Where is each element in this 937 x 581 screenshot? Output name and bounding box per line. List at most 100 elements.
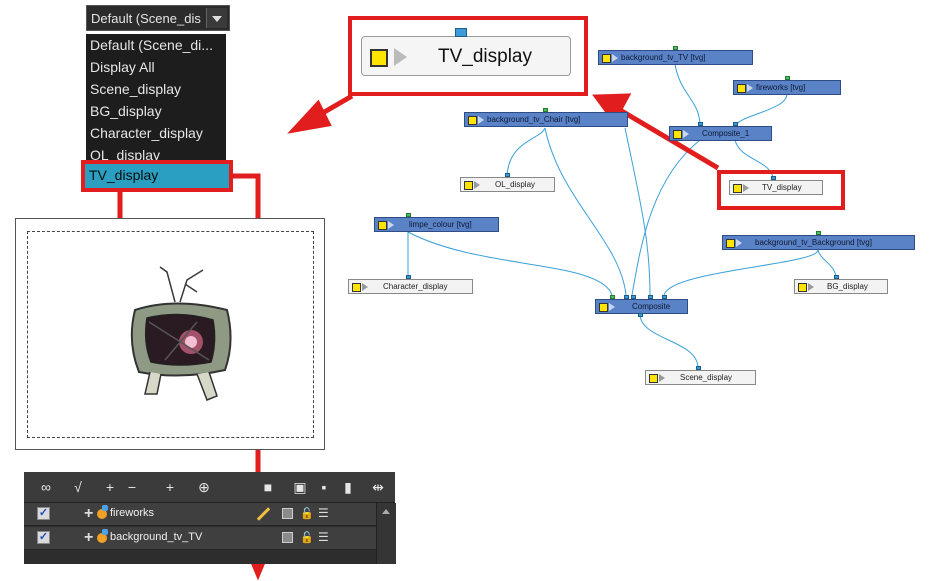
node-fireworks[interactable]: fireworks [tvg] bbox=[733, 80, 841, 95]
remove-layer-icon[interactable]: − bbox=[122, 477, 142, 497]
layer-stack-icon[interactable]: ☰ bbox=[318, 506, 329, 520]
port[interactable] bbox=[610, 295, 615, 299]
timeline-panel: ∞ √ + − + ⊕ ■ ▣ ▪ ▮ ⇹ ✓ + fireworks 🔓 ☰ … bbox=[24, 472, 396, 564]
enable-toggle-icon[interactable] bbox=[464, 181, 473, 190]
port[interactable] bbox=[406, 213, 411, 217]
port[interactable] bbox=[543, 108, 548, 112]
port[interactable] bbox=[733, 122, 738, 126]
layer-name[interactable]: fireworks bbox=[110, 507, 154, 519]
node-ol-display[interactable]: OL_display bbox=[460, 177, 555, 192]
enable-toggle-icon[interactable] bbox=[599, 303, 608, 312]
node-character-display[interactable]: Character_display bbox=[348, 279, 473, 294]
wire bbox=[639, 313, 699, 369]
layer-enable-checkbox[interactable]: ✓ bbox=[37, 531, 50, 544]
layer-enable-checkbox[interactable]: ✓ bbox=[37, 507, 50, 520]
port[interactable] bbox=[698, 122, 703, 126]
play-icon bbox=[736, 239, 742, 247]
enable-toggle-icon[interactable] bbox=[733, 184, 742, 193]
add-layer-icon[interactable]: + bbox=[100, 477, 120, 497]
show-thumbnails-icon[interactable]: ▣ bbox=[290, 477, 310, 497]
node-label: Composite bbox=[632, 302, 671, 311]
node-background-tv-chair[interactable]: background_tv_Chair [tvg] bbox=[464, 112, 628, 127]
play-icon bbox=[808, 283, 814, 291]
input-port[interactable] bbox=[455, 28, 467, 37]
enable-toggle-icon[interactable] bbox=[370, 49, 388, 67]
layer-stack-icon[interactable]: ☰ bbox=[318, 530, 329, 544]
enable-toggle-icon[interactable] bbox=[649, 374, 658, 383]
layer-color-swatch[interactable] bbox=[282, 508, 293, 519]
lock-icon[interactable]: 🔓 bbox=[300, 531, 314, 544]
node-tv-display[interactable]: TV_display bbox=[729, 180, 823, 195]
tv-character-drawing bbox=[130, 266, 232, 401]
node-label: Composite_1 bbox=[702, 129, 750, 138]
add-effect-icon[interactable]: ⊕ bbox=[194, 477, 214, 497]
port[interactable] bbox=[624, 295, 629, 299]
enable-toggle-icon[interactable] bbox=[378, 221, 387, 230]
expand-icon[interactable]: + bbox=[84, 529, 93, 547]
wire bbox=[817, 249, 837, 279]
node-label: OL_display bbox=[495, 180, 536, 189]
port[interactable] bbox=[816, 231, 821, 235]
expand-icon[interactable]: + bbox=[84, 505, 93, 523]
play-icon bbox=[683, 130, 689, 138]
wire bbox=[506, 127, 546, 176]
enable-toggle-icon[interactable] bbox=[798, 283, 807, 292]
node-label: limpe_colour [tvg] bbox=[409, 220, 472, 229]
node-label: background_tv_Background [tvg] bbox=[755, 238, 872, 247]
play-icon bbox=[394, 48, 407, 66]
node-label: background_tv_TV [tvg] bbox=[621, 53, 706, 62]
port[interactable] bbox=[648, 295, 653, 299]
node-label: fireworks [tvg] bbox=[756, 83, 806, 92]
port[interactable] bbox=[673, 46, 678, 50]
antenna bbox=[184, 283, 198, 293]
port[interactable] bbox=[662, 295, 667, 299]
port[interactable] bbox=[638, 313, 643, 317]
wire bbox=[734, 93, 788, 127]
tv-leg bbox=[196, 371, 218, 401]
layer-name[interactable]: background_tv_TV bbox=[110, 531, 202, 543]
visibility-toggle-icon[interactable]: √ bbox=[68, 477, 88, 497]
enable-toggle-icon[interactable] bbox=[673, 130, 682, 139]
enable-toggle-icon[interactable] bbox=[737, 84, 746, 93]
port[interactable] bbox=[406, 275, 411, 279]
node-bg-display[interactable]: BG_display bbox=[794, 279, 888, 294]
timeline-scrollbar[interactable] bbox=[376, 503, 396, 564]
timeline-layer-row[interactable]: ✓ + fireworks 🔓 ☰ bbox=[24, 503, 376, 526]
port[interactable] bbox=[505, 173, 510, 177]
enable-toggle-icon[interactable] bbox=[352, 283, 361, 292]
antenna bbox=[179, 269, 204, 303]
enable-toggle-icon[interactable] bbox=[468, 116, 477, 125]
white-square-icon[interactable]: ▮ bbox=[338, 477, 358, 497]
onion-skin-icon[interactable]: ∞ bbox=[36, 477, 56, 497]
pencil-icon[interactable] bbox=[256, 507, 271, 521]
play-icon bbox=[474, 181, 480, 189]
play-icon bbox=[747, 84, 753, 92]
port[interactable] bbox=[696, 366, 701, 370]
drawing-layer-icon bbox=[97, 505, 108, 519]
node-label: Character_display bbox=[383, 282, 448, 291]
node-composite[interactable]: Composite bbox=[595, 299, 688, 314]
port[interactable] bbox=[785, 76, 790, 80]
split-view-icon[interactable]: ⇹ bbox=[368, 477, 388, 497]
node-scene-display[interactable]: Scene_display bbox=[645, 370, 756, 385]
node-limpe-colour[interactable]: limpe_colour [tvg] bbox=[374, 217, 499, 232]
port[interactable] bbox=[771, 176, 776, 180]
node-background-tv-background[interactable]: background_tv_Background [tvg] bbox=[722, 235, 915, 250]
small-square-icon[interactable]: ▪ bbox=[314, 477, 334, 497]
layer-color-icon[interactable]: ■ bbox=[258, 477, 278, 497]
node-label: TV_display bbox=[762, 183, 802, 192]
lock-icon[interactable]: 🔓 bbox=[300, 507, 314, 520]
play-icon bbox=[612, 54, 618, 62]
wire bbox=[631, 139, 701, 296]
layer-color-swatch[interactable] bbox=[282, 532, 293, 543]
timeline-layer-row[interactable]: ✓ + background_tv_TV 🔓 ☰ bbox=[24, 527, 376, 550]
enable-toggle-icon[interactable] bbox=[726, 239, 735, 248]
node-composite-1[interactable]: Composite_1 bbox=[669, 126, 772, 141]
zoomed-tv-display-node[interactable]: TV_display bbox=[361, 36, 571, 76]
port[interactable] bbox=[834, 275, 839, 279]
node-background-tv-tv[interactable]: background_tv_TV [tvg] bbox=[598, 50, 753, 65]
enable-toggle-icon[interactable] bbox=[602, 54, 611, 63]
port[interactable] bbox=[631, 295, 636, 299]
node-label: background_tv_Chair [tvg] bbox=[487, 115, 581, 124]
add-peg-icon[interactable]: + bbox=[160, 477, 180, 497]
